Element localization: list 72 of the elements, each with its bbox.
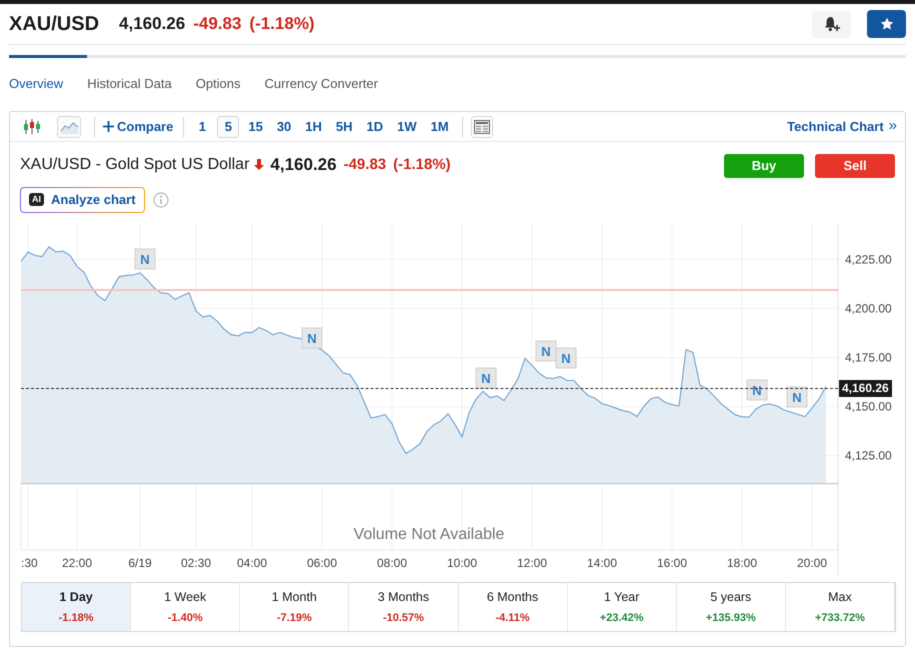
axis-label: 04:00 xyxy=(236,556,268,570)
axis-label: 4,200.00 xyxy=(845,301,892,316)
axis-label: 18:00 xyxy=(726,556,758,570)
period-tab[interactable]: 1 Day -1.18% xyxy=(22,583,132,631)
sell-button[interactable]: Sell xyxy=(815,154,895,178)
alert-button[interactable] xyxy=(812,10,851,38)
instrument-title: XAU/USD - Gold Spot US Dollar xyxy=(20,154,250,175)
tab[interactable]: Currency Converter xyxy=(264,55,402,95)
tab[interactable]: Overview xyxy=(9,55,88,95)
interval-button[interactable]: 1 xyxy=(191,116,214,138)
compare-button[interactable]: Compare xyxy=(103,116,174,136)
technical-chart-link[interactable]: Technical Chart » xyxy=(787,115,897,138)
period-change: -7.19% xyxy=(276,610,312,626)
interval-button[interactable]: 15 xyxy=(243,116,268,138)
axis-label: 20:00 xyxy=(796,556,828,570)
axis-label: 6/19 xyxy=(128,556,152,570)
period-change: -1.18% xyxy=(58,610,94,626)
axis-label: 06:00 xyxy=(306,556,338,570)
tab[interactable]: Options xyxy=(196,55,265,95)
watchlist-button[interactable] xyxy=(867,10,906,38)
news-marker: N xyxy=(786,386,808,408)
period-change: +135.93% xyxy=(706,610,756,626)
axis-label: 10:00 xyxy=(446,556,478,570)
interval-button[interactable]: 1M xyxy=(426,116,454,138)
axis-label: 02:30 xyxy=(180,556,212,570)
price: 4,160.26 xyxy=(270,154,337,176)
axis-label: 4,125.00 xyxy=(845,448,892,463)
period-change: -4.11% xyxy=(495,610,530,626)
period-change: +23.42% xyxy=(600,610,644,626)
interval-button[interactable]: 1W xyxy=(392,116,422,138)
candlestick-icon xyxy=(22,118,42,135)
price-change: -49.83 xyxy=(193,13,242,36)
interval-button[interactable]: 30 xyxy=(272,116,296,138)
axis-label: :30 xyxy=(21,556,38,570)
axis-label: 12:00 xyxy=(516,556,548,570)
interval-button[interactable]: 5 xyxy=(217,116,240,138)
axis-label: 14:00 xyxy=(586,556,618,570)
news-marker: N xyxy=(302,328,322,348)
interval-button[interactable]: 1D xyxy=(362,116,388,138)
news-marker: N xyxy=(556,348,576,368)
news-marker: N xyxy=(746,380,768,400)
period-change: -10.57% xyxy=(382,610,424,626)
period-change: +733.72% xyxy=(815,610,865,626)
interval-button[interactable]: 1H xyxy=(300,116,327,138)
period-change: -1.40% xyxy=(168,610,203,626)
news-marker: N xyxy=(536,340,556,362)
symbol-title: XAU/USD xyxy=(9,12,100,37)
axis-label: 4,225.00 xyxy=(845,252,892,266)
percent-change: (-1.18%) xyxy=(393,154,451,174)
axis-label: 4,175.00 xyxy=(845,350,892,365)
news-button[interactable] xyxy=(470,116,493,138)
info-icon xyxy=(152,192,169,208)
percent-change: (-1.18%) xyxy=(249,13,315,36)
axis-label: 08:00 xyxy=(376,556,408,570)
price: 4,160.26 xyxy=(119,13,186,36)
volume-note: Volume Not Available xyxy=(354,526,504,543)
newspaper-icon xyxy=(474,120,490,134)
plus-icon xyxy=(103,121,114,132)
bell-plus-icon xyxy=(822,15,840,33)
news-marker: N xyxy=(476,368,496,388)
axis-label: 22:00 xyxy=(62,556,92,570)
down-arrow-icon xyxy=(254,159,264,170)
star-icon xyxy=(880,17,894,31)
current-price-label: 4,160.26 xyxy=(839,380,892,397)
news-marker: N xyxy=(134,248,156,270)
axis-label: 4,150.00 xyxy=(845,400,892,414)
axis-label: 16:00 xyxy=(656,556,688,570)
ai-badge: AI xyxy=(29,193,44,206)
interval-button[interactable]: 5H xyxy=(330,116,358,138)
price-change: -49.83 xyxy=(344,154,386,174)
analyze-chart-button[interactable]: AI Analyze chart xyxy=(20,186,145,212)
tab[interactable]: Historical Data xyxy=(87,55,196,95)
